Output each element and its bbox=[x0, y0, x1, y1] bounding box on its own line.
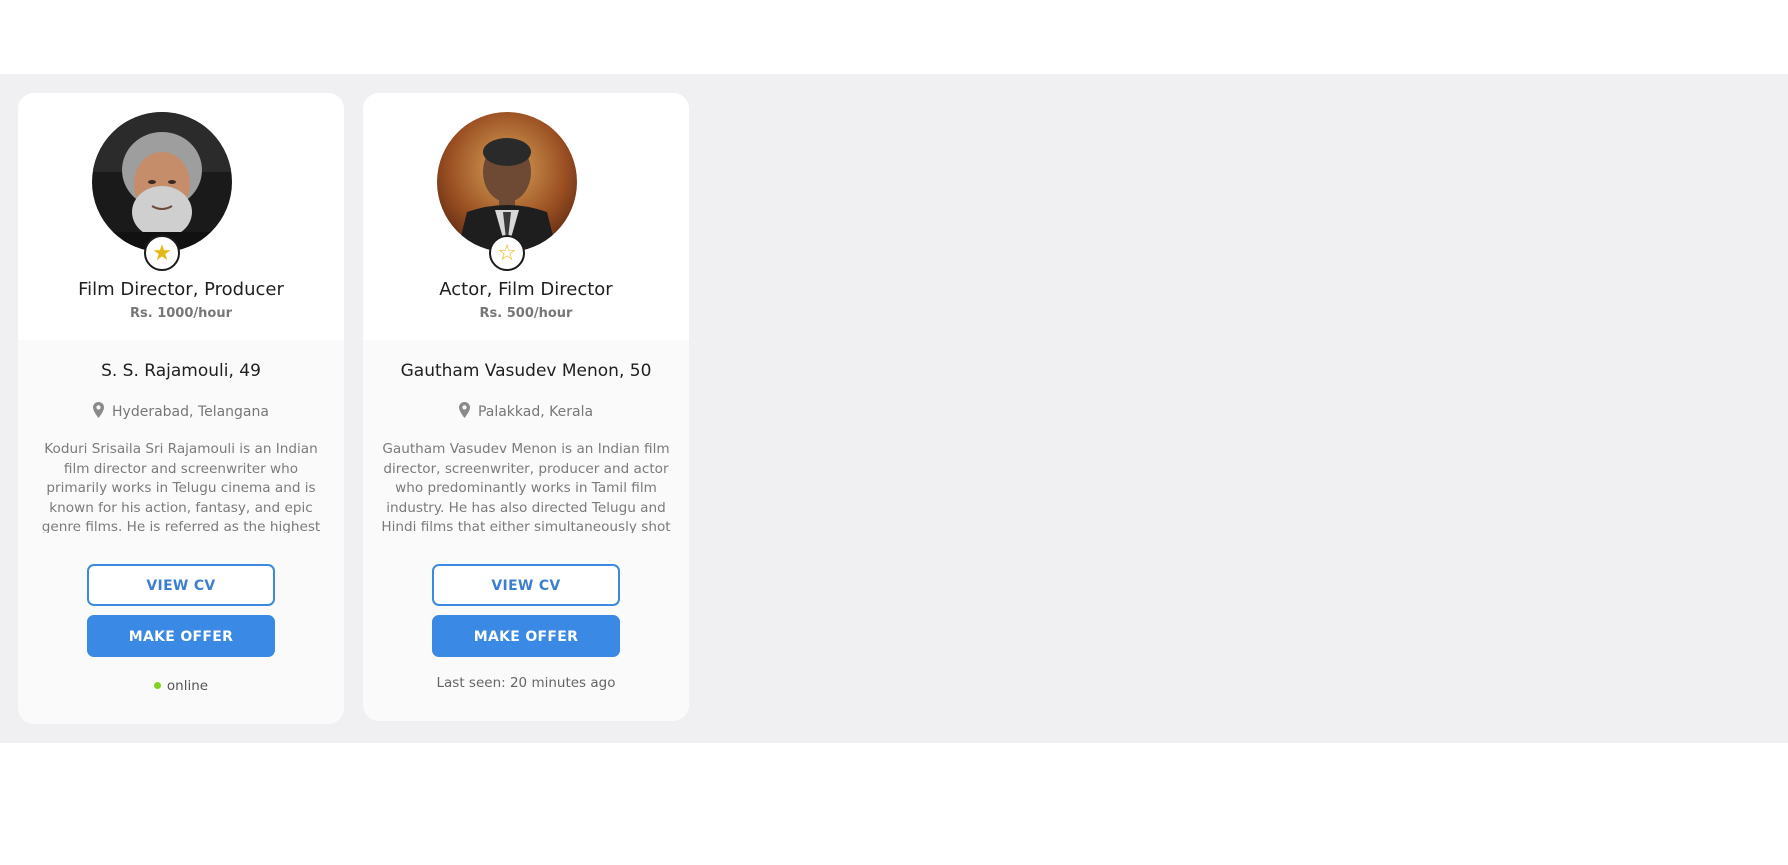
profile-card-header: ☆ Actor, Film Director Rs. 500/hour bbox=[363, 93, 689, 340]
profile-rate: Rs. 500/hour bbox=[479, 306, 573, 321]
profile-card: ★ Film Director, Producer Rs. 1000/hour … bbox=[18, 93, 344, 724]
profile-card: ☆ Actor, Film Director Rs. 500/hour Gaut… bbox=[363, 93, 689, 721]
profile-role: Film Director, Producer bbox=[78, 279, 284, 300]
profile-location: Hyderabad, Telangana bbox=[18, 402, 344, 420]
profile-card-header: ★ Film Director, Producer Rs. 1000/hour bbox=[18, 93, 344, 340]
location-text: Palakkad, Kerala bbox=[477, 404, 594, 420]
profile-bio: Gautham Vasudev Menon is an Indian film … bbox=[381, 441, 671, 533]
last-seen-text: Last seen: 20 minutes ago bbox=[436, 675, 616, 691]
make-offer-button[interactable]: MAKE OFFER bbox=[432, 615, 620, 657]
make-offer-button[interactable]: MAKE OFFER bbox=[87, 615, 275, 657]
view-cv-button[interactable]: VIEW CV bbox=[432, 564, 620, 606]
avatar[interactable] bbox=[437, 112, 577, 252]
online-dot-icon bbox=[153, 682, 161, 689]
profile-name: Gautham Vasudev Menon, 50 bbox=[400, 361, 652, 381]
profile-bio: Koduri Srisaila Sri Rajamouli is an Indi… bbox=[41, 441, 321, 533]
profile-name: S. S. Rajamouli, 49 bbox=[101, 361, 261, 381]
star-outline-icon[interactable]: ☆ bbox=[489, 235, 525, 271]
location-pin-icon bbox=[458, 402, 470, 418]
profile-location: Palakkad, Kerala bbox=[363, 402, 689, 420]
location-text: Hyderabad, Telangana bbox=[112, 404, 269, 420]
location-pin-icon bbox=[93, 402, 105, 418]
avatar[interactable] bbox=[92, 112, 232, 252]
status-indicator: online bbox=[18, 678, 344, 694]
profile-role: Actor, Film Director bbox=[439, 279, 613, 300]
view-cv-button[interactable]: VIEW CV bbox=[87, 564, 275, 606]
star-icon[interactable]: ★ bbox=[144, 235, 180, 271]
status-text: online bbox=[166, 678, 209, 694]
profile-rate: Rs. 1000/hour bbox=[130, 306, 232, 321]
